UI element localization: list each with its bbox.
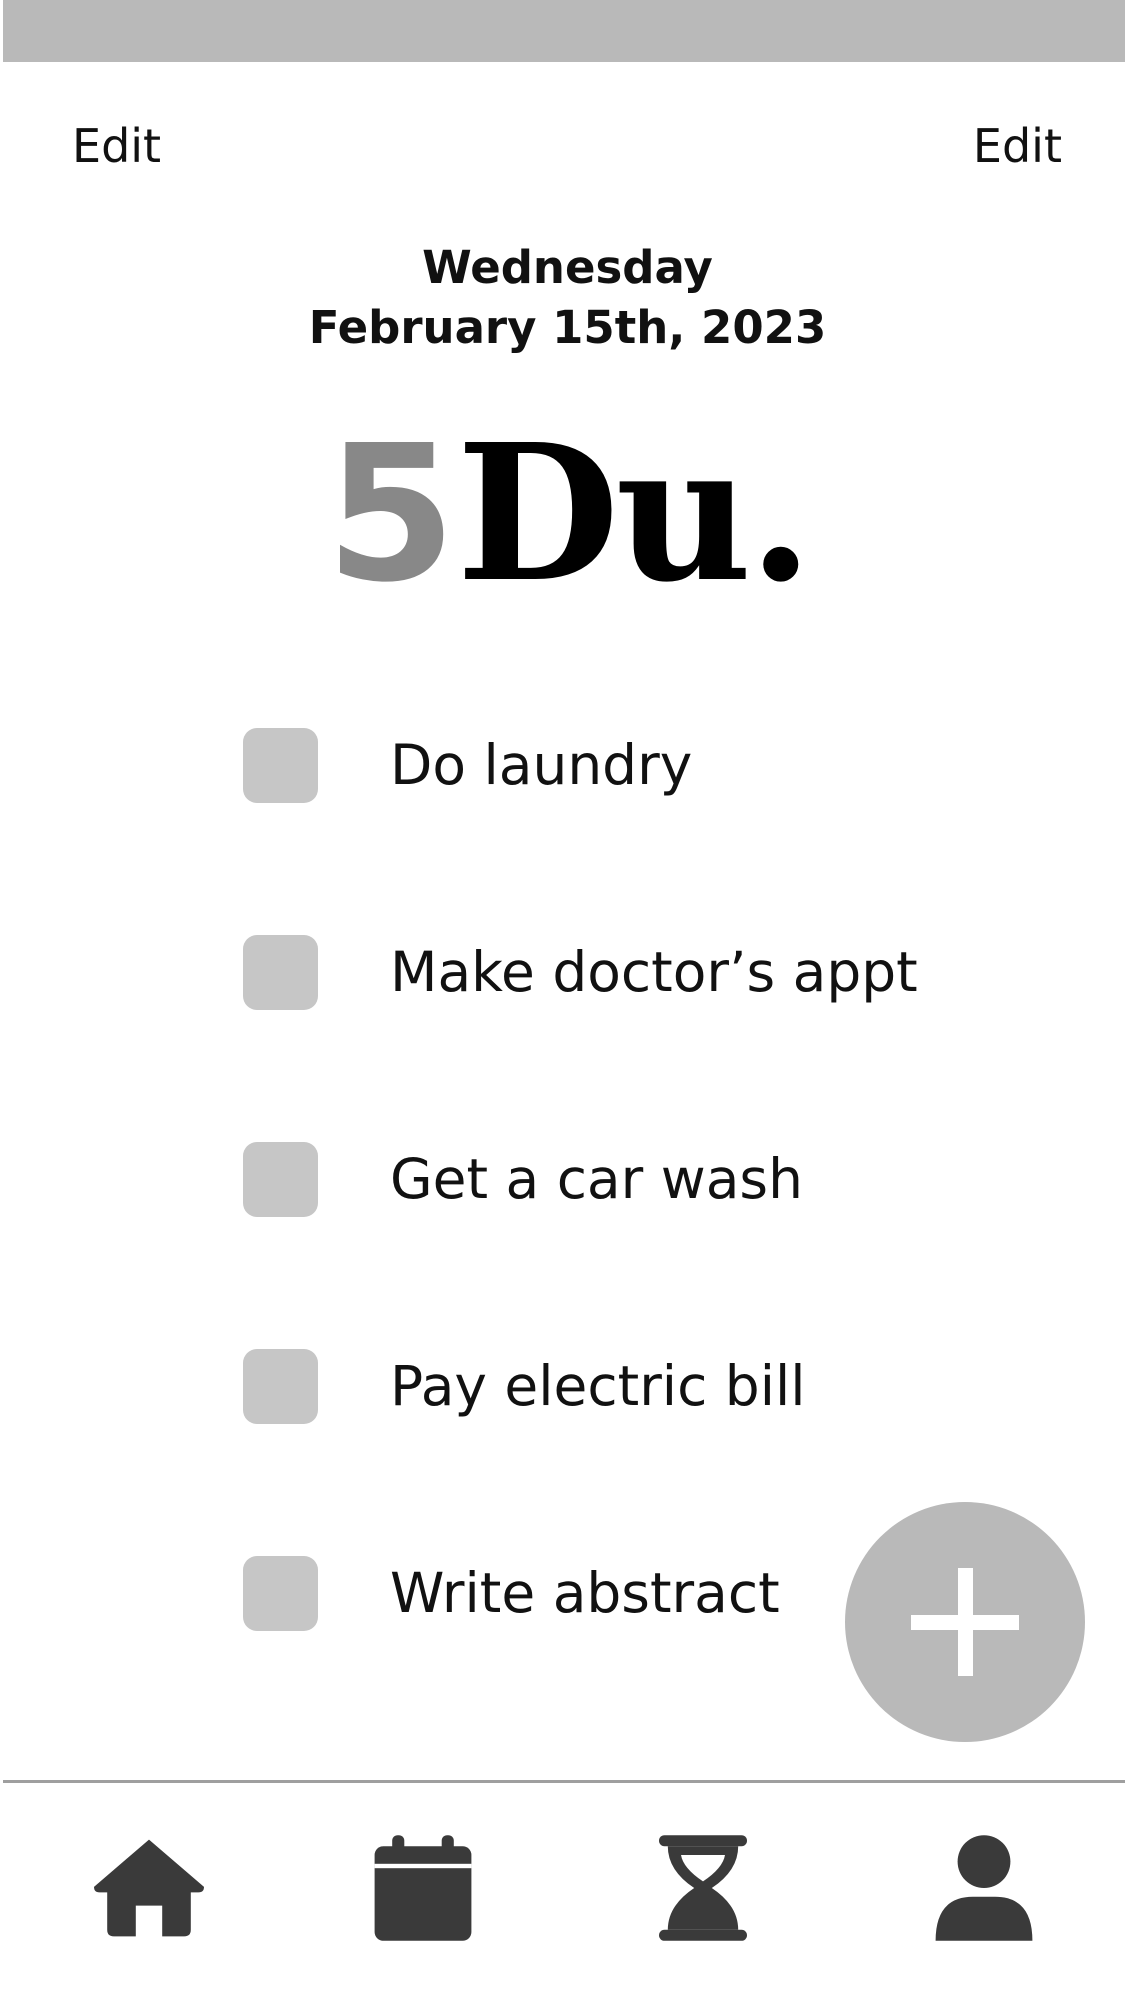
task-item: Do laundry (243, 728, 1003, 935)
task-label: Write abstract (390, 1561, 780, 1625)
tab-timer[interactable] (648, 1833, 758, 1943)
logo-number: 5 (325, 405, 457, 624)
task-item: Get a car wash (243, 1142, 1003, 1349)
user-icon (935, 1835, 1033, 1941)
weekday-label: Wednesday (422, 241, 713, 294)
task-item: Pay electric bill (243, 1349, 1003, 1556)
task-label: Do laundry (390, 733, 693, 797)
home-icon (94, 1839, 204, 1937)
task-label: Make doctor’s appt (390, 940, 918, 1004)
edit-button-right[interactable]: Edit (973, 118, 1062, 174)
app-logo: 5Du. (0, 420, 1125, 609)
hourglass-icon (659, 1835, 747, 1941)
edit-button-left[interactable]: Edit (72, 118, 161, 174)
date-label: February 15th, 2023 (308, 301, 827, 354)
tab-bar (0, 1783, 1125, 2001)
task-label: Pay electric bill (390, 1354, 806, 1418)
add-task-button[interactable] (845, 1502, 1085, 1742)
task-checkbox[interactable] (243, 1349, 318, 1424)
calendar-icon (374, 1835, 472, 1941)
plus-icon (911, 1568, 1019, 1676)
task-checkbox[interactable] (243, 935, 318, 1010)
tab-calendar[interactable] (368, 1833, 478, 1943)
task-label: Get a car wash (390, 1147, 803, 1211)
tab-profile[interactable] (929, 1833, 1039, 1943)
task-checkbox[interactable] (243, 1556, 318, 1631)
tab-home[interactable] (94, 1833, 204, 1943)
logo-word: Du. (456, 403, 813, 624)
task-checkbox[interactable] (243, 1142, 318, 1217)
task-item: Make doctor’s appt (243, 935, 1003, 1142)
task-checkbox[interactable] (243, 728, 318, 803)
status-bar (3, 0, 1125, 62)
date-header: Wednesday February 15th, 2023 (0, 238, 1125, 358)
